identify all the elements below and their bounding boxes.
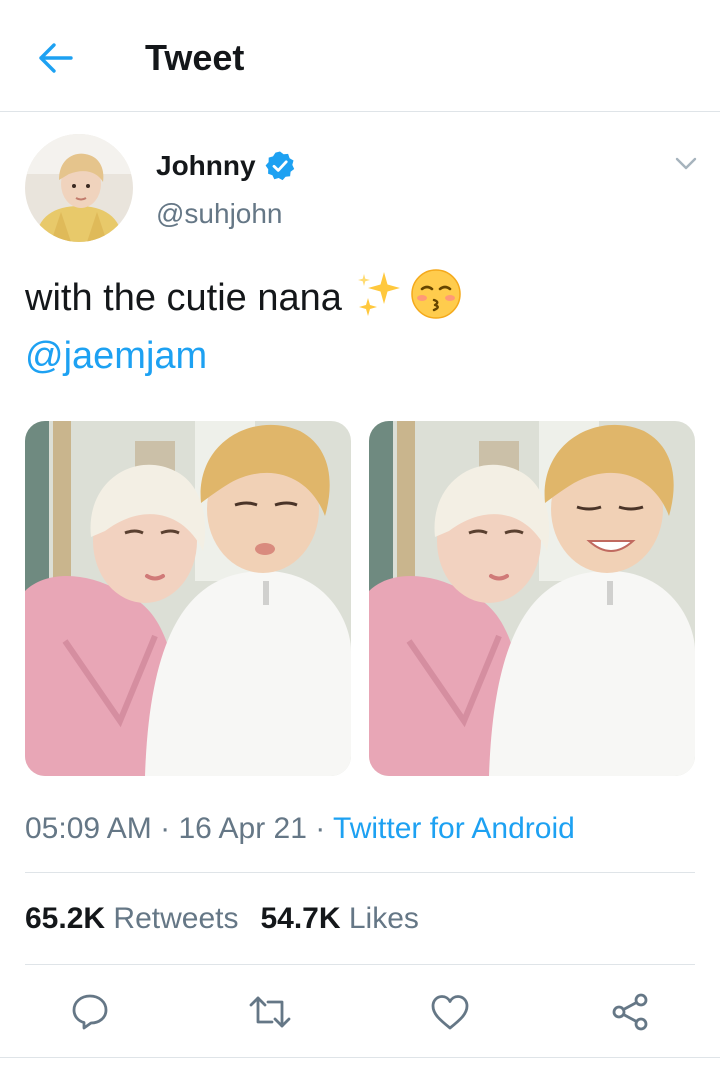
- share-icon: [612, 993, 648, 1031]
- tweet-photo-1[interactable]: [25, 421, 351, 776]
- tweet-text-line: with the cutie nana: [25, 268, 695, 327]
- author-display-name[interactable]: Johnny: [156, 148, 256, 184]
- author-handle[interactable]: @suhjohn: [156, 196, 283, 232]
- like-button[interactable]: [426, 988, 474, 1036]
- page-title: Tweet: [145, 37, 245, 78]
- top-bar: Tweet: [0, 0, 720, 112]
- retweets-label: Retweets: [113, 902, 239, 935]
- meta-separator: ·: [315, 812, 326, 845]
- meta-separator: ·: [160, 812, 171, 845]
- retweets-stat[interactable]: 65.2K Retweets: [25, 900, 238, 938]
- tweet-photo-2[interactable]: [369, 421, 695, 776]
- author-name-row[interactable]: Johnny: [156, 146, 296, 186]
- heart-icon: [431, 995, 469, 1030]
- tweet-date: 16 Apr 21: [178, 812, 307, 845]
- reply-button[interactable]: [66, 988, 114, 1036]
- retweet-icon: [249, 996, 291, 1028]
- retweet-button[interactable]: [246, 988, 294, 1036]
- bottom-divider: [0, 1057, 720, 1058]
- tweet-stats: 65.2K Retweets 54.7K Likes: [25, 900, 419, 938]
- arrow-left-icon: [39, 43, 73, 73]
- tweet-time: 05:09 AM: [25, 812, 152, 845]
- avatar-image: [25, 134, 133, 242]
- photo-image: [369, 421, 695, 776]
- avatar[interactable]: [25, 134, 133, 242]
- mention-link[interactable]: @jaemjam: [25, 327, 695, 385]
- likes-count: 54.7K: [260, 902, 341, 935]
- retweets-count: 65.2K: [25, 902, 106, 935]
- tweet-text: with the cutie nana @jaemjam: [25, 268, 695, 385]
- divider: [25, 872, 695, 873]
- photo-image: [25, 421, 351, 776]
- likes-label: Likes: [348, 902, 419, 935]
- divider: [25, 964, 695, 965]
- back-button[interactable]: [28, 30, 84, 86]
- tweet-meta: 05:09 AM · 16 Apr 21 · Twitter for Andro…: [25, 810, 575, 848]
- verified-badge-icon: [264, 150, 296, 182]
- share-button[interactable]: [606, 988, 654, 1036]
- reply-icon: [72, 994, 108, 1030]
- kissing-face-emoji-icon: [410, 268, 462, 320]
- sparkles-emoji-icon: [354, 268, 406, 320]
- likes-stat[interactable]: 54.7K Likes: [260, 900, 418, 938]
- chevron-down-icon: [675, 157, 697, 170]
- tweet-menu-button[interactable]: [670, 150, 702, 178]
- tweet-body: with the cutie nana: [25, 277, 342, 319]
- tweet-source-link[interactable]: Twitter for Android: [333, 812, 575, 845]
